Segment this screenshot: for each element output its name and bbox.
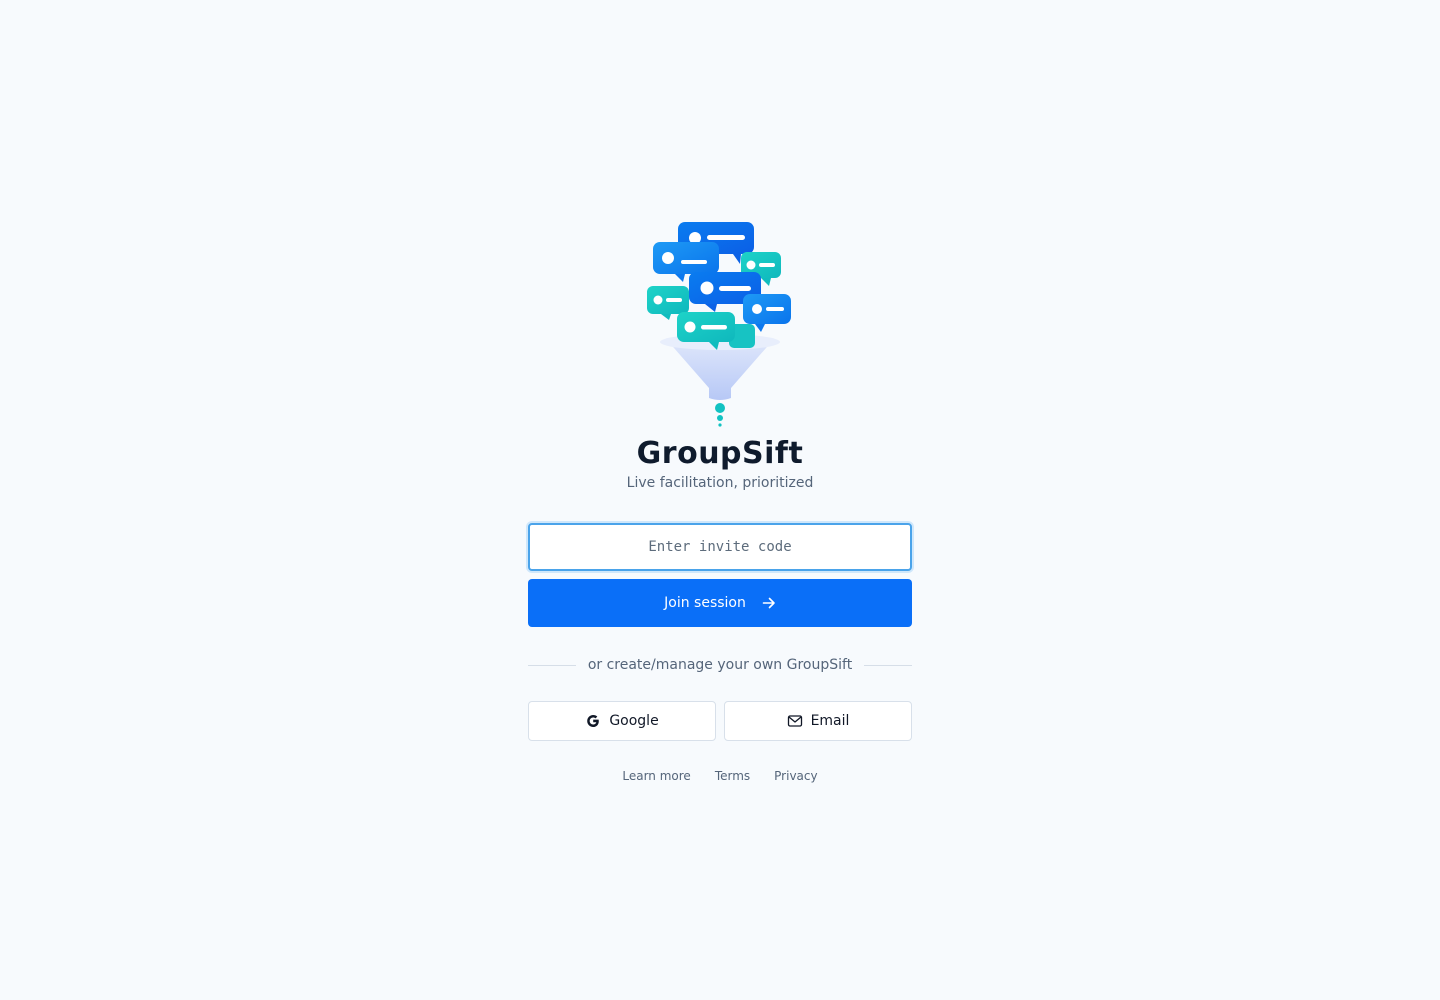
app-subtitle: Live facilitation, prioritized bbox=[626, 475, 814, 491]
mail-icon bbox=[787, 715, 802, 727]
app-title: GroupSift bbox=[636, 436, 804, 471]
login-page: GroupSift Live facilitation, prioritized… bbox=[0, 0, 1440, 1000]
auth-options: Google Email bbox=[528, 701, 912, 741]
email-label: Email bbox=[810, 713, 850, 729]
privacy-link[interactable]: Privacy bbox=[774, 769, 817, 783]
join-session-button[interactable]: Join session bbox=[528, 579, 912, 627]
arrow-right-icon bbox=[762, 597, 775, 609]
learn-more-link[interactable]: Learn more bbox=[622, 769, 690, 783]
invite-code-input[interactable] bbox=[528, 523, 912, 571]
google-icon bbox=[587, 715, 600, 727]
footer-links: Learn more Terms Privacy bbox=[622, 769, 817, 783]
google-signin-button[interactable]: Google bbox=[528, 701, 716, 741]
terms-link[interactable]: Terms bbox=[715, 769, 750, 783]
divider-text: or create/manage your own GroupSift bbox=[587, 657, 853, 673]
auth-divider: or create/manage your own GroupSift bbox=[528, 657, 913, 673]
google-label: Google bbox=[609, 713, 659, 729]
groupsift-logo-icon bbox=[647, 222, 791, 427]
email-signin-button[interactable]: Email bbox=[724, 701, 912, 741]
divider-line-right bbox=[864, 664, 913, 666]
divider-line-left bbox=[528, 664, 576, 666]
join-session-label: Join session bbox=[664, 595, 746, 611]
login-card: GroupSift Live facilitation, prioritized… bbox=[528, 216, 913, 783]
